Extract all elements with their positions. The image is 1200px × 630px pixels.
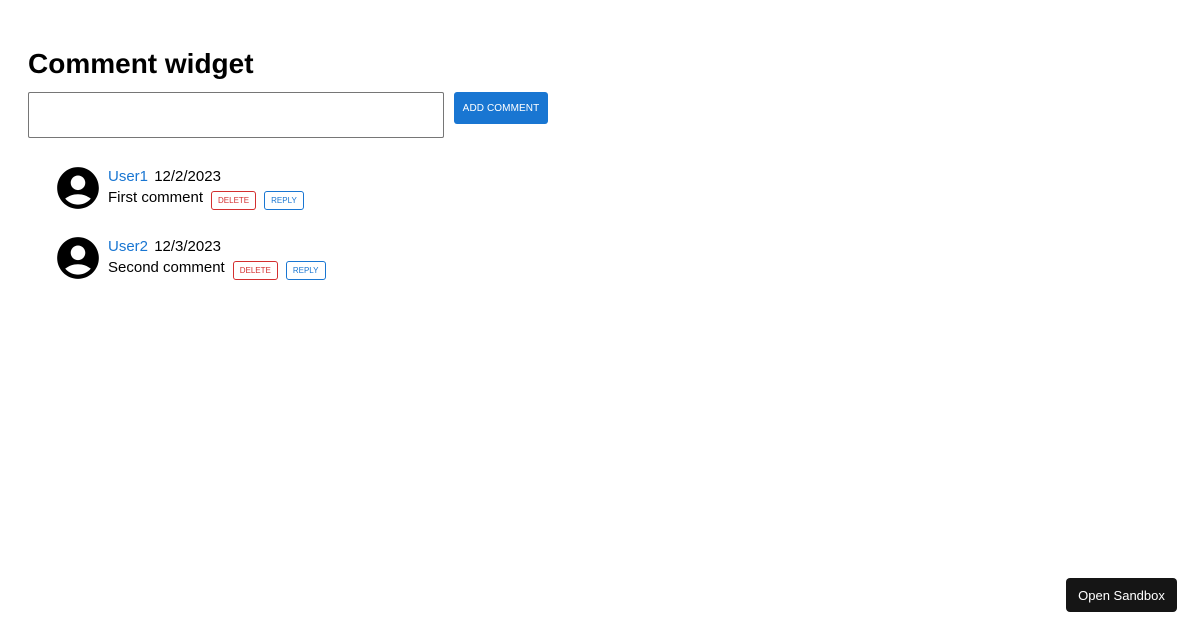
comment-meta: User2 12/3/2023 bbox=[108, 238, 221, 256]
comment-body: Second comment DELETE REPLY bbox=[108, 258, 326, 280]
reply-button[interactable]: REPLY bbox=[285, 261, 326, 280]
comment-username-link[interactable]: User1 bbox=[108, 168, 148, 185]
comment-item: User1 12/2/2023 First comment DELETE REP… bbox=[53, 163, 453, 213]
comment-meta: User1 12/2/2023 bbox=[108, 168, 221, 186]
comment-body: First comment DELETE REPLY bbox=[108, 188, 304, 210]
delete-button[interactable]: DELETE bbox=[211, 191, 257, 210]
account-circle-icon bbox=[53, 163, 103, 213]
comment-item: User2 12/3/2023 Second comment DELETE RE… bbox=[53, 233, 453, 283]
comment-username-link[interactable]: User2 bbox=[108, 238, 148, 255]
page-title: Comment widget bbox=[28, 48, 254, 79]
comment-input[interactable] bbox=[28, 92, 444, 138]
reply-button[interactable]: REPLY bbox=[264, 191, 304, 210]
delete-button[interactable]: DELETE bbox=[232, 261, 278, 280]
account-circle-icon bbox=[53, 233, 103, 283]
comment-text: First comment bbox=[108, 188, 204, 206]
comment-date: 12/2/2023 bbox=[154, 168, 221, 185]
comment-text: Second comment bbox=[108, 258, 225, 276]
comment-date: 12/3/2023 bbox=[154, 238, 221, 255]
page: Comment widget ADD COMMENT User1 12/2/20… bbox=[0, 0, 1200, 630]
open-sandbox-button[interactable]: Open Sandbox bbox=[1066, 578, 1177, 612]
add-comment-button[interactable]: ADD COMMENT bbox=[454, 92, 548, 124]
